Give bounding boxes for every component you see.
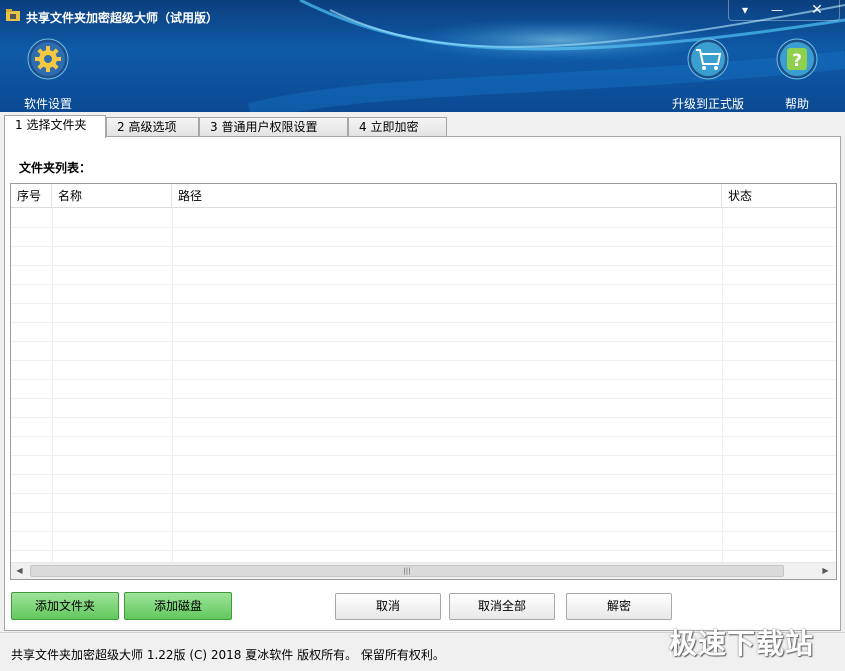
minimize-button[interactable]: — [762, 0, 792, 20]
gear-icon [27, 38, 69, 80]
header-banner: 共享文件夹加密超级大师（试用版） ▾ — ✕ 软件设置 升级到正式版 ? 帮助 [0, 0, 845, 112]
settings-label: 软件设置 [23, 97, 72, 111]
svg-text:?: ? [792, 51, 802, 71]
row-gridline [11, 493, 836, 494]
row-gridline [11, 265, 836, 266]
row-gridline [11, 284, 836, 285]
cancel-all-button[interactable]: 取消全部 [449, 593, 555, 620]
tab-user-permissions[interactable]: 3 普通用户权限设置 [199, 117, 348, 137]
scrollbar-thumb[interactable]: ||| [30, 565, 784, 577]
row-gridline [11, 455, 836, 456]
add-folder-button[interactable]: 添加文件夹 [11, 592, 119, 620]
scroll-right-arrow-icon[interactable]: ▶ [817, 563, 834, 579]
column-divider [722, 208, 723, 563]
menu-dropdown-icon[interactable]: ▾ [730, 0, 760, 20]
row-gridline [11, 474, 836, 475]
tab-encrypt-now[interactable]: 4 立即加密 [348, 117, 447, 137]
help-icon: ? [776, 38, 818, 80]
folder-list-title: 文件夹列表： [19, 161, 92, 175]
column-header-status[interactable]: 状态 [722, 184, 836, 208]
row-gridline [11, 303, 836, 304]
upgrade-label: 升级到正式版 [671, 97, 744, 111]
scroll-left-arrow-icon[interactable]: ◀ [11, 563, 28, 579]
row-gridline [11, 436, 836, 437]
close-button[interactable]: ✕ [796, 0, 838, 20]
row-gridline [11, 341, 836, 342]
title-bar[interactable]: 共享文件夹加密超级大师（试用版） ▾ — ✕ [0, 0, 845, 30]
column-divider [52, 208, 53, 563]
help-label: 帮助 [784, 97, 809, 111]
row-gridline [11, 512, 836, 513]
tab-advanced-options[interactable]: 2 高级选项 [106, 117, 199, 137]
row-gridline [11, 550, 836, 551]
window-title: 共享文件夹加密超级大师（试用版） [26, 11, 219, 25]
row-gridline [11, 360, 836, 361]
table-header: 序号 名称 路径 状态 [11, 184, 836, 208]
row-gridline [11, 322, 836, 323]
column-header-name[interactable]: 名称 [52, 184, 172, 208]
help-button[interactable]: ? 帮助 [757, 38, 837, 112]
tab-panel: 文件夹列表： 序号 名称 路径 状态 ◀ ||| ▶ [4, 136, 841, 631]
row-gridline [11, 398, 836, 399]
shopping-cart-icon [687, 38, 729, 80]
row-gridline [11, 379, 836, 380]
app-icon [6, 9, 20, 21]
row-gridline [11, 417, 836, 418]
settings-button[interactable]: 软件设置 [8, 38, 88, 112]
row-gridline [11, 227, 836, 228]
row-gridline [11, 246, 836, 247]
add-disk-button[interactable]: 添加磁盘 [124, 592, 232, 620]
column-header-index[interactable]: 序号 [11, 184, 52, 208]
tab-select-folder[interactable]: 1 选择文件夹 [4, 115, 106, 138]
status-bar-text: 共享文件夹加密超级大师 1.22版 (C) 2018 夏冰软件 版权所有。 保留… [11, 648, 445, 662]
horizontal-scrollbar[interactable]: ◀ ||| ▶ [11, 562, 836, 579]
decrypt-button[interactable]: 解密 [566, 593, 672, 620]
column-header-path[interactable]: 路径 [172, 184, 722, 208]
upgrade-button[interactable]: 升级到正式版 [668, 38, 748, 112]
cancel-button[interactable]: 取消 [335, 593, 441, 620]
scrollbar-grip: ||| [403, 567, 411, 575]
folder-table[interactable]: 序号 名称 路径 状态 ◀ ||| ▶ [10, 183, 837, 580]
row-gridline [11, 531, 836, 532]
column-divider [172, 208, 173, 563]
watermark-text: 极速下载站 [669, 627, 815, 660]
